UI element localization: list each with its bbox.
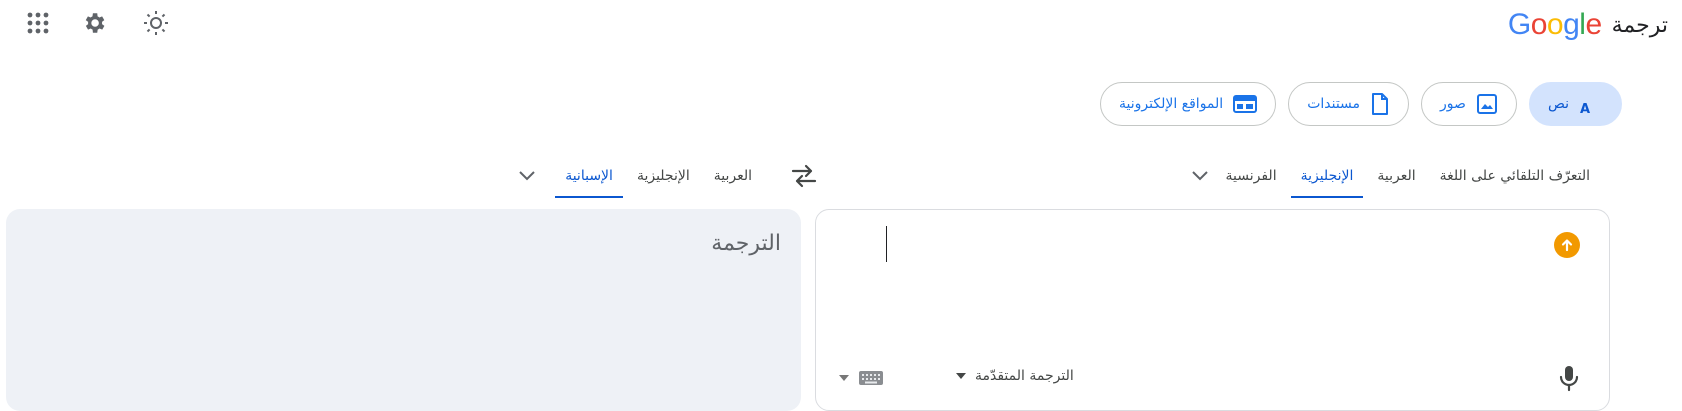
upload-arrow-icon[interactable] bbox=[1554, 232, 1580, 258]
dropdown-arrow-icon bbox=[839, 375, 849, 381]
target-lang-spanish[interactable]: الإسبانية bbox=[555, 154, 623, 198]
source-text-area[interactable] bbox=[815, 209, 1610, 411]
source-more-languages-chevron-icon[interactable] bbox=[1190, 168, 1210, 187]
theme-sun-icon[interactable] bbox=[136, 3, 176, 43]
dropdown-arrow-icon bbox=[956, 373, 966, 379]
mode-documents-chip[interactable]: مستندات bbox=[1288, 82, 1410, 126]
logo-letter: o bbox=[1530, 8, 1548, 41]
mode-websites-label: المواقع الإلكترونية bbox=[1119, 96, 1224, 112]
advanced-translation-dropdown[interactable]: الترجمة المتقدّمة bbox=[955, 368, 1074, 384]
document-icon bbox=[1372, 93, 1389, 115]
source-language-bar: التعرّف التلقائي على اللغة العربية الإنج… bbox=[1216, 154, 1601, 198]
translation-output-area: الترجمة bbox=[6, 209, 801, 411]
logo-letter: e bbox=[1585, 8, 1602, 41]
translation-placeholder: الترجمة bbox=[711, 231, 781, 256]
target-lang-english[interactable]: الإنجليزية bbox=[627, 154, 700, 198]
mode-images-chip[interactable]: صور bbox=[1421, 82, 1517, 126]
text-cursor bbox=[886, 226, 887, 262]
microphone-icon[interactable] bbox=[1558, 364, 1580, 396]
logo-letter: G bbox=[1507, 8, 1531, 41]
logo-letter: o bbox=[1546, 8, 1564, 41]
source-lang-english[interactable]: الإنجليزية bbox=[1290, 154, 1364, 198]
keyboard-icon bbox=[859, 371, 883, 385]
brand-header: Google ترجمة bbox=[1508, 8, 1668, 42]
keyboard-dropdown[interactable] bbox=[838, 370, 884, 386]
apps-grid-icon[interactable] bbox=[18, 3, 58, 43]
mode-images-label: صور bbox=[1440, 96, 1466, 112]
target-more-languages-chevron-icon[interactable] bbox=[517, 168, 537, 187]
mode-chips: 文 A نص صور مستندات المواقع الإلكترونية bbox=[1100, 82, 1622, 126]
source-lang-french[interactable]: الفرنسية bbox=[1216, 154, 1287, 198]
target-language-bar: العربية الإنجليزية الإسبانية bbox=[555, 154, 762, 198]
mode-documents-label: مستندات bbox=[1307, 96, 1361, 112]
swap-languages-icon[interactable] bbox=[790, 162, 818, 194]
advanced-translation-label: الترجمة المتقدّمة bbox=[975, 368, 1074, 384]
website-icon bbox=[1233, 95, 1258, 113]
page-title: ترجمة bbox=[1611, 12, 1668, 38]
google-logo[interactable]: Google bbox=[1508, 8, 1602, 42]
image-icon bbox=[1476, 94, 1497, 114]
source-lang-detect[interactable]: التعرّف التلقائي على اللغة bbox=[1430, 154, 1600, 198]
settings-gear-icon[interactable] bbox=[74, 3, 114, 43]
logo-letter: g bbox=[1563, 8, 1580, 41]
mode-websites-chip[interactable]: المواقع الإلكترونية bbox=[1100, 82, 1277, 126]
target-lang-arabic[interactable]: العربية bbox=[704, 154, 762, 198]
mode-text-chip[interactable]: 文 A نص bbox=[1528, 82, 1622, 126]
svg-text:A: A bbox=[1580, 102, 1590, 116]
source-lang-arabic[interactable]: العربية bbox=[1367, 154, 1425, 198]
translate-icon: 文 A bbox=[1580, 102, 1590, 116]
mode-text-label: نص bbox=[1547, 96, 1569, 112]
